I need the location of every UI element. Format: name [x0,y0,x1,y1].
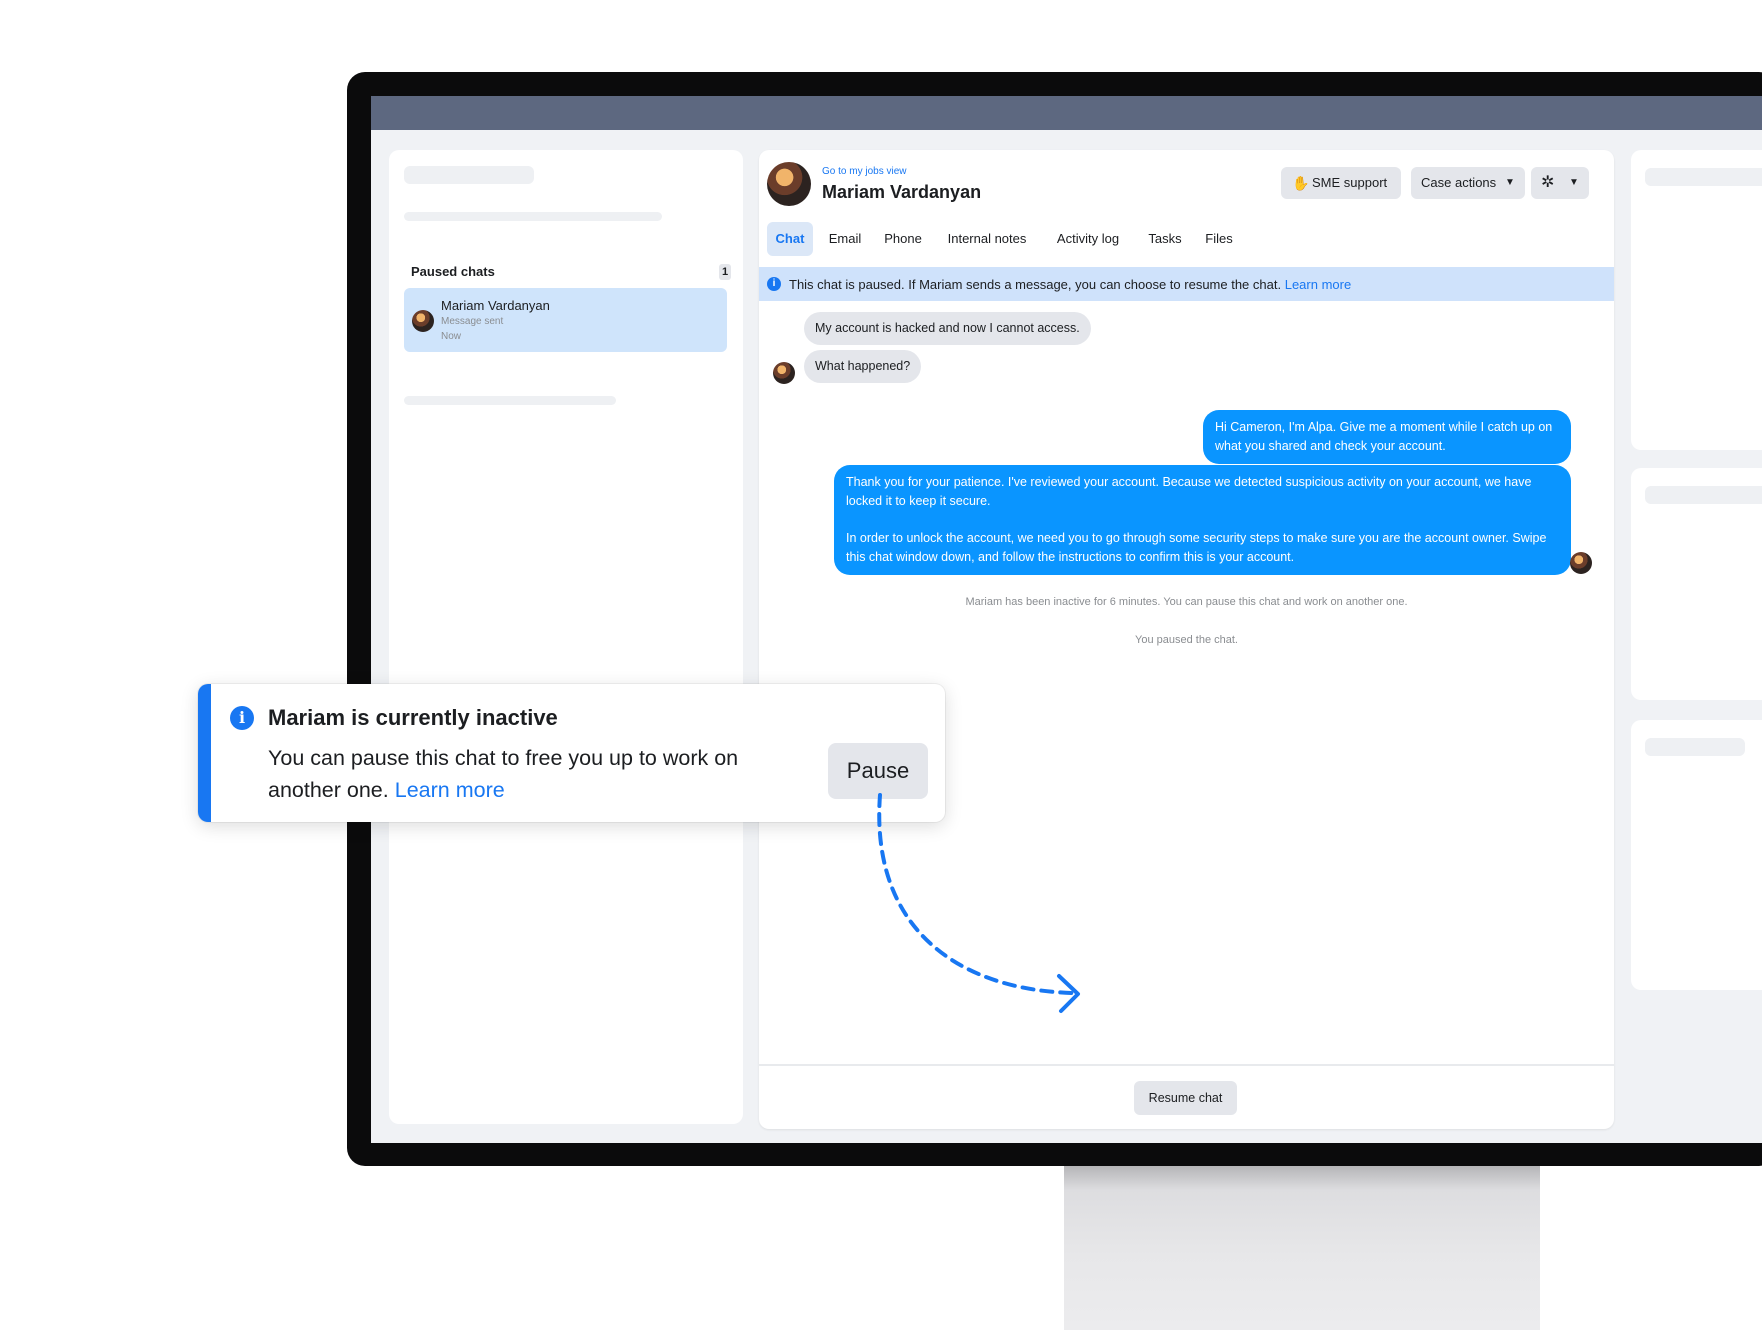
toast-learn-more-link[interactable]: Learn more [395,778,505,802]
learn-more-link[interactable]: Learn more [1285,277,1351,292]
go-to-jobs-link[interactable]: Go to my jobs view [822,166,906,177]
chat-panel: Go to my jobs view Mariam Vardanyan ✋ SM… [759,150,1614,1129]
inactive-toast: i Mariam is currently inactive You can p… [198,684,945,822]
system-inactive-notice: Mariam has been inactive for 6 minutes. … [965,596,1408,608]
paused-chat-status: Message sent [441,316,504,327]
system-paused-notice: You paused the chat. [1135,634,1238,646]
paused-banner-text: This chat is paused. If Mariam sends a m… [789,277,1351,292]
chat-header: Go to my jobs view Mariam Vardanyan ✋ SM… [759,150,1614,216]
screen: Paused chats 1 Mariam Vardanyan Message … [371,96,1762,1143]
incoming-message: What happened? [804,350,922,383]
skeleton-line [404,212,662,221]
top-bar [371,96,1762,130]
toast-accent-bar [198,684,211,822]
toast-title: Mariam is currently inactive [268,705,558,730]
tab-email[interactable]: Email [821,222,869,256]
paused-chats-count: 1 [719,264,731,280]
monitor-stand-shadow [1064,1164,1540,1190]
tab-activity-log[interactable]: Activity log [1043,222,1133,256]
paused-chat-item[interactable]: Mariam Vardanyan Message sent Now [404,288,727,352]
paused-chat-time: Now [441,331,462,342]
toast-body: You can pause this chat to free you up t… [268,742,788,806]
tools-menu-button[interactable]: ✲ ▼ [1531,167,1589,199]
paused-chats-title: Paused chats [411,264,495,279]
caret-down-icon: ▼ [1505,177,1515,188]
paused-chats-header: Paused chats 1 [411,264,731,282]
skeleton-line [404,166,534,184]
outgoing-message: Thank you for your patience. I've review… [834,465,1571,575]
sme-support-label: SME support [1312,175,1388,190]
right-card [1631,150,1762,450]
tab-internal-notes[interactable]: Internal notes [937,222,1037,256]
paused-banner-message: This chat is paused. If Mariam sends a m… [789,277,1282,292]
skeleton-line [404,396,616,405]
right-card [1631,720,1762,990]
contact-avatar [767,162,811,206]
tab-tasks[interactable]: Tasks [1139,222,1191,256]
left-panel: Paused chats 1 Mariam Vardanyan Message … [389,150,743,1124]
case-actions-label: Case actions [1421,175,1497,190]
contact-avatar-small [773,362,795,384]
hand-icon: ✋ [1292,175,1310,191]
paused-banner: i This chat is paused. If Mariam sends a… [759,267,1614,301]
composer-divider [759,1064,1614,1066]
skeleton-line [1645,738,1745,756]
right-card [1631,468,1762,700]
skeleton-line [1645,168,1762,186]
resume-chat-button[interactable]: Resume chat [1134,1081,1237,1115]
contact-name: Mariam Vardanyan [822,182,982,202]
tools-icon: ✲ [1541,174,1555,191]
info-icon: i [230,706,254,730]
outgoing-message-paragraph: In order to unlock the account, we need … [846,531,1547,564]
tab-files[interactable]: Files [1197,222,1241,256]
sme-support-button[interactable]: ✋ SME support [1281,167,1401,199]
pause-button[interactable]: Pause [828,743,928,799]
paused-chat-name: Mariam Vardanyan [441,298,550,313]
incoming-message: My account is hacked and now I cannot ac… [804,312,1091,345]
avatar [412,310,434,332]
outgoing-message: Hi Cameron, I'm Alpa. Give me a moment w… [1203,410,1571,464]
tab-chat[interactable]: Chat [767,222,813,256]
info-icon: i [767,277,781,291]
tab-phone[interactable]: Phone [876,222,930,256]
skeleton-line [1645,486,1762,504]
caret-down-icon: ▼ [1569,177,1579,188]
agent-avatar-small [1570,552,1592,574]
outgoing-message-paragraph: Thank you for your patience. I've review… [846,475,1532,508]
case-actions-button[interactable]: Case actions ▼ [1411,167,1525,199]
